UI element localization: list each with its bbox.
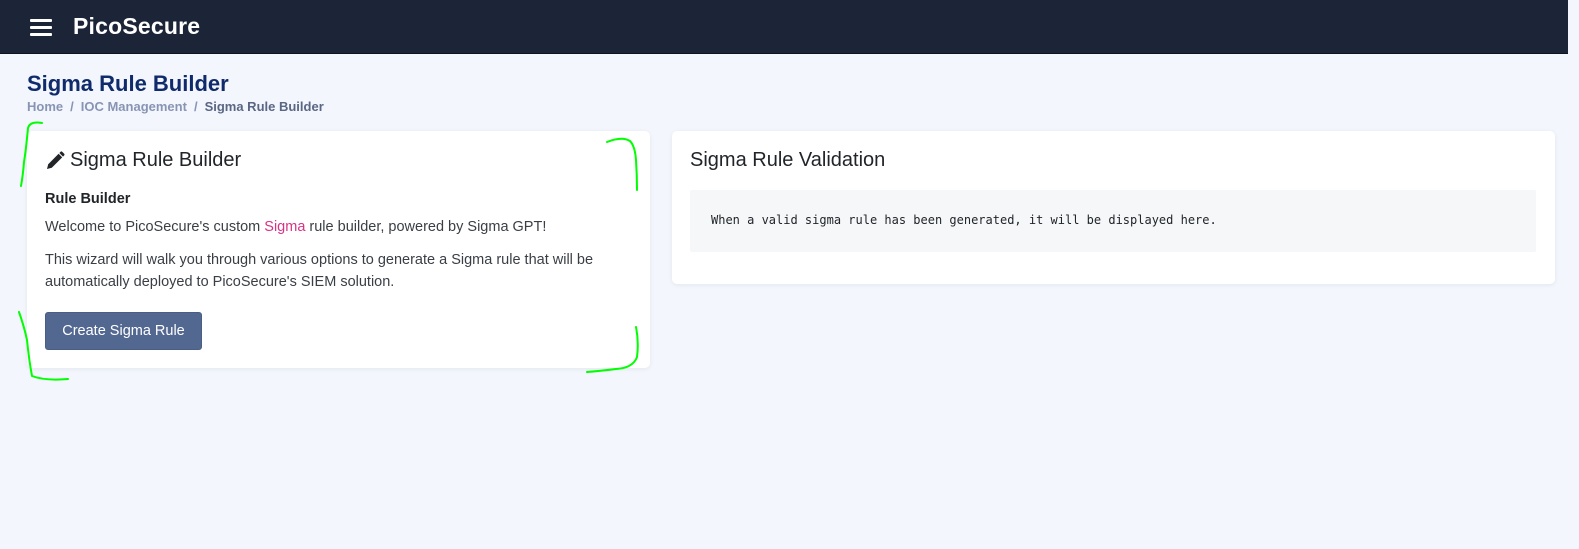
- intro-text: Welcome to PicoSecure's custom Sigma rul…: [45, 216, 635, 238]
- breadcrumb-current: Sigma Rule Builder: [204, 99, 324, 114]
- description-text: This wizard will walk you through variou…: [45, 252, 594, 290]
- breadcrumb-separator: /: [193, 99, 198, 114]
- validation-placeholder-text: When a valid sigma rule has been generat…: [711, 213, 1217, 227]
- create-sigma-rule-button[interactable]: Create Sigma Rule: [45, 312, 202, 350]
- rule-builder-card-header: Sigma Rule Builder: [45, 149, 241, 172]
- intro-text-start: Welcome to PicoSecure's custom: [45, 219, 265, 235]
- validation-output-box: When a valid sigma rule has been generat…: [690, 190, 1536, 252]
- intro-text-end: rule builder, powered by Sigma GPT!: [305, 219, 547, 235]
- rule-builder-subtitle: Rule Builder: [45, 191, 131, 207]
- breadcrumb-home[interactable]: Home: [27, 99, 63, 114]
- rule-validation-card: Sigma Rule Validation When a valid sigma…: [672, 131, 1555, 284]
- rule-builder-card: Sigma Rule Builder Rule Builder Welcome …: [27, 131, 650, 368]
- hamburger-icon[interactable]: [30, 17, 52, 37]
- rule-validation-card-title: Sigma Rule Validation: [690, 149, 886, 171]
- brand-logo[interactable]: PicoSecure: [73, 13, 200, 40]
- breadcrumb-ioc-management[interactable]: IOC Management: [81, 99, 187, 114]
- breadcrumb: Home / IOC Management / Sigma Rule Builder: [27, 99, 324, 114]
- breadcrumb-separator: /: [70, 99, 74, 114]
- rule-builder-card-title: Sigma Rule Builder: [70, 149, 242, 171]
- top-navbar: PicoSecure: [0, 0, 1568, 54]
- sigma-keyword: Sigma: [264, 219, 306, 235]
- page-title: Sigma Rule Builder: [27, 71, 229, 96]
- scrollbar-track[interactable]: [1568, 0, 1579, 549]
- pencil-icon: [47, 150, 65, 169]
